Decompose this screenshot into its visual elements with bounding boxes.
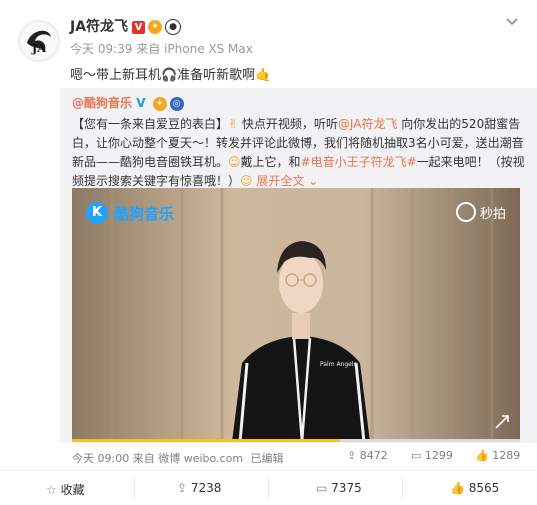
- original-post-text: 【您有一条来自爱豆的表白】✌ 快点开视频，听听@JA符龙飞 向你发出的520甜蜜…: [72, 115, 527, 191]
- chevron-down-icon[interactable]: [505, 14, 519, 28]
- medal-icon: ✦: [148, 20, 163, 34]
- camera-icon: [455, 202, 476, 222]
- miaopai-watermark: 秒拍: [455, 202, 506, 222]
- thumb-up-icon: 👍: [450, 481, 465, 495]
- text-segment: 白，让你心动整个夏天～！转发并评论此微博，我们将随机抽取3名小可爱，送出潮音: [72, 136, 524, 150]
- medal-icon: ✦: [152, 96, 167, 111]
- username-row: JA符龙飞 V ✦ ●: [70, 16, 182, 36]
- repost-count: 8472: [359, 449, 388, 462]
- video-progress-fill: [72, 439, 340, 442]
- edited-label: 已编辑: [250, 452, 284, 465]
- like-label: 8565: [468, 481, 500, 495]
- kugou-logo: K 酷狗音乐: [86, 202, 174, 224]
- text-segment: 频提示搜索关键字有惊喜哦！）: [72, 174, 241, 188]
- expand-label: 展开全文: [256, 174, 305, 188]
- like-count-link[interactable]: 👍 1289: [475, 449, 520, 462]
- post-text: 嗯～带上新耳机🎧准备听新歌啊🤙: [70, 68, 272, 83]
- text-segment: 一起来电吧！（按视: [416, 155, 525, 169]
- comment-icon: ▭: [411, 449, 422, 462]
- video-frame: Palm Angels: [72, 188, 520, 442]
- face-emoji-icon: ☺: [228, 155, 241, 169]
- verified-badge-icon: V: [132, 20, 146, 34]
- text-segment: 戴上它，和: [240, 155, 301, 169]
- face-emoji-icon: ☺: [240, 174, 253, 188]
- post-source[interactable]: iPhone XS Max: [164, 42, 253, 56]
- username-link[interactable]: JA符龙飞: [70, 19, 128, 35]
- verified-blue-icon: V: [136, 96, 146, 110]
- comment-icon: ▭: [316, 481, 328, 495]
- repost-time[interactable]: 今天 09:00: [72, 452, 129, 465]
- thumb-up-icon: 👍: [475, 449, 489, 462]
- video-player[interactable]: Palm Angels K 酷狗音乐 秒拍: [72, 188, 520, 442]
- share-icon: ⇪: [177, 481, 188, 495]
- dragon-logo-icon: JA: [21, 23, 57, 59]
- separator: [134, 478, 135, 498]
- repost-meta: 今天 09:00 来自 微博 weibo.com 已编辑: [72, 450, 284, 466]
- repost-source[interactable]: 微博 weibo.com: [158, 452, 243, 465]
- text-segment: 向你发出的520甜蜜告: [401, 117, 521, 131]
- panda-icon: ●: [165, 19, 182, 35]
- share-icon: ⇪: [347, 449, 357, 462]
- favorite-button[interactable]: ☆ 收藏: [46, 481, 85, 498]
- avatar[interactable]: JA: [18, 20, 60, 62]
- favorite-label: 收藏: [60, 483, 85, 497]
- mention-link[interactable]: @JA符龙飞: [338, 117, 398, 131]
- text-segment: 【您有一条来自爱豆的表白】: [72, 117, 229, 131]
- comment-count-link[interactable]: ▭ 1299: [411, 449, 453, 462]
- hashtag-link[interactable]: #电音小王子符龙飞#: [301, 155, 417, 169]
- kugou-k-icon: K: [86, 202, 108, 224]
- vip-icon: ◎: [169, 96, 184, 111]
- kugou-brand-text: 酷狗音乐: [114, 204, 175, 223]
- post-meta: 今天 09:39 来自 iPhone XS Max: [70, 40, 253, 57]
- original-author-link[interactable]: @酷狗音乐: [72, 96, 132, 110]
- original-author-row: @酷狗音乐 V ✦ ◎: [72, 94, 184, 111]
- svg-text:JA: JA: [31, 42, 46, 55]
- hand-emoji-icon: ✌: [228, 117, 239, 131]
- comment-label: 7375: [331, 481, 362, 495]
- separator: [268, 478, 269, 498]
- fullscreen-icon[interactable]: [494, 414, 510, 430]
- repost-label: 7238: [190, 481, 222, 495]
- like-button[interactable]: 👍 8565: [450, 481, 499, 495]
- text-segment: 快点开视频，听听: [241, 117, 338, 131]
- repost-button[interactable]: ⇪ 7238: [177, 481, 221, 495]
- comment-count: 1299: [424, 449, 453, 462]
- repost-count-link[interactable]: ⇪ 8472: [347, 449, 388, 462]
- source-prefix: 来自: [132, 452, 155, 465]
- expand-full-text-link[interactable]: 展开全文 ⌄: [256, 174, 318, 188]
- separator: [402, 478, 403, 498]
- video-progress-track[interactable]: [72, 439, 520, 442]
- comment-button[interactable]: ▭ 7375: [316, 481, 362, 495]
- post-time[interactable]: 今天 09:39: [70, 42, 132, 56]
- shirt-print: Palm Angels: [320, 361, 357, 368]
- like-count: 1289: [492, 449, 521, 462]
- divider: [0, 470, 537, 471]
- star-icon: ☆: [46, 483, 57, 497]
- chevron-down-icon: ⌄: [308, 174, 319, 188]
- source-prefix: 来自: [136, 42, 161, 56]
- watermark-text: 秒拍: [479, 206, 506, 222]
- text-segment: 新品——酷狗电音圈铁耳机。: [72, 155, 229, 169]
